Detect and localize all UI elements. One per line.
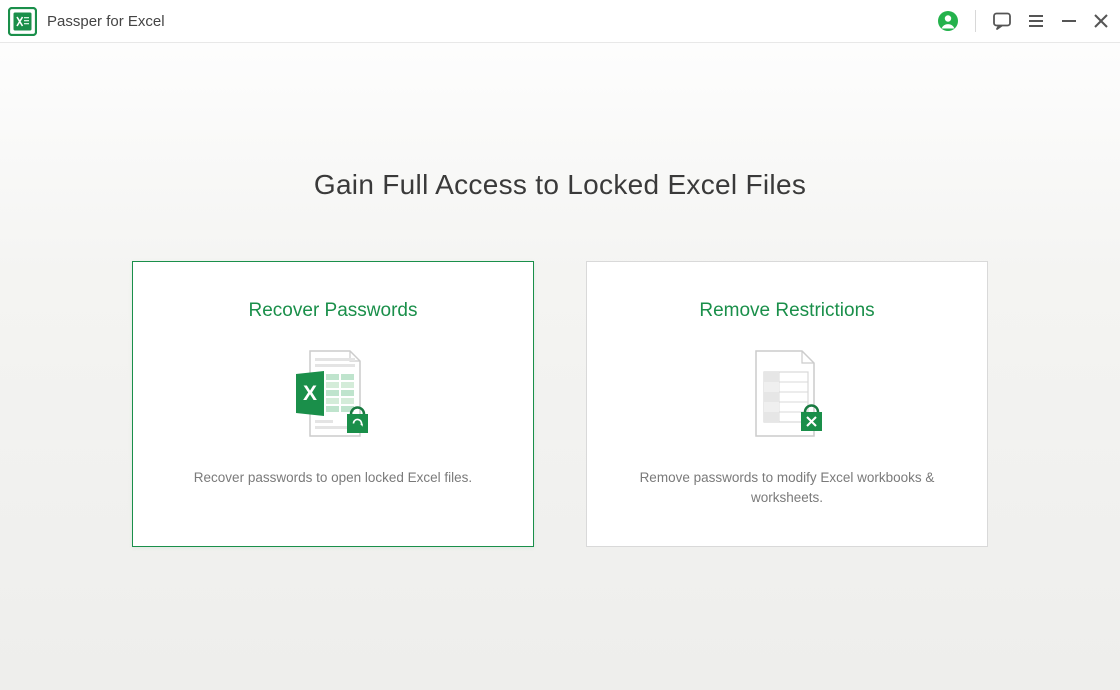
card-description: Recover passwords to open locked Excel f… [164, 468, 502, 488]
titlebar: Passper for Excel [0, 0, 1120, 43]
titlebar-right [937, 10, 1110, 32]
card-title: Recover Passwords [249, 300, 418, 322]
page-title: Gain Full Access to Locked Excel Files [314, 169, 806, 201]
titlebar-divider [975, 10, 976, 32]
minimize-icon[interactable] [1060, 12, 1078, 30]
doc-lock-x-icon [732, 346, 842, 446]
account-icon[interactable] [937, 10, 959, 32]
feedback-icon[interactable] [992, 11, 1012, 31]
card-title: Remove Restrictions [699, 300, 874, 322]
excel-doc-lock-refresh-icon: X [278, 346, 388, 446]
app-logo-icon [8, 7, 37, 36]
menu-icon[interactable] [1026, 11, 1046, 31]
card-remove-restrictions[interactable]: Remove Restrictions [586, 261, 988, 547]
app-title: Passper for Excel [47, 13, 165, 30]
titlebar-left: Passper for Excel [8, 7, 165, 36]
card-description: Remove passwords to modify Excel workboo… [587, 468, 987, 509]
main-content: Gain Full Access to Locked Excel Files R… [0, 43, 1120, 547]
close-icon[interactable] [1092, 12, 1110, 30]
svg-text:X: X [303, 382, 317, 405]
card-row: Recover Passwords X [132, 261, 988, 547]
card-recover-passwords[interactable]: Recover Passwords X [132, 261, 534, 547]
